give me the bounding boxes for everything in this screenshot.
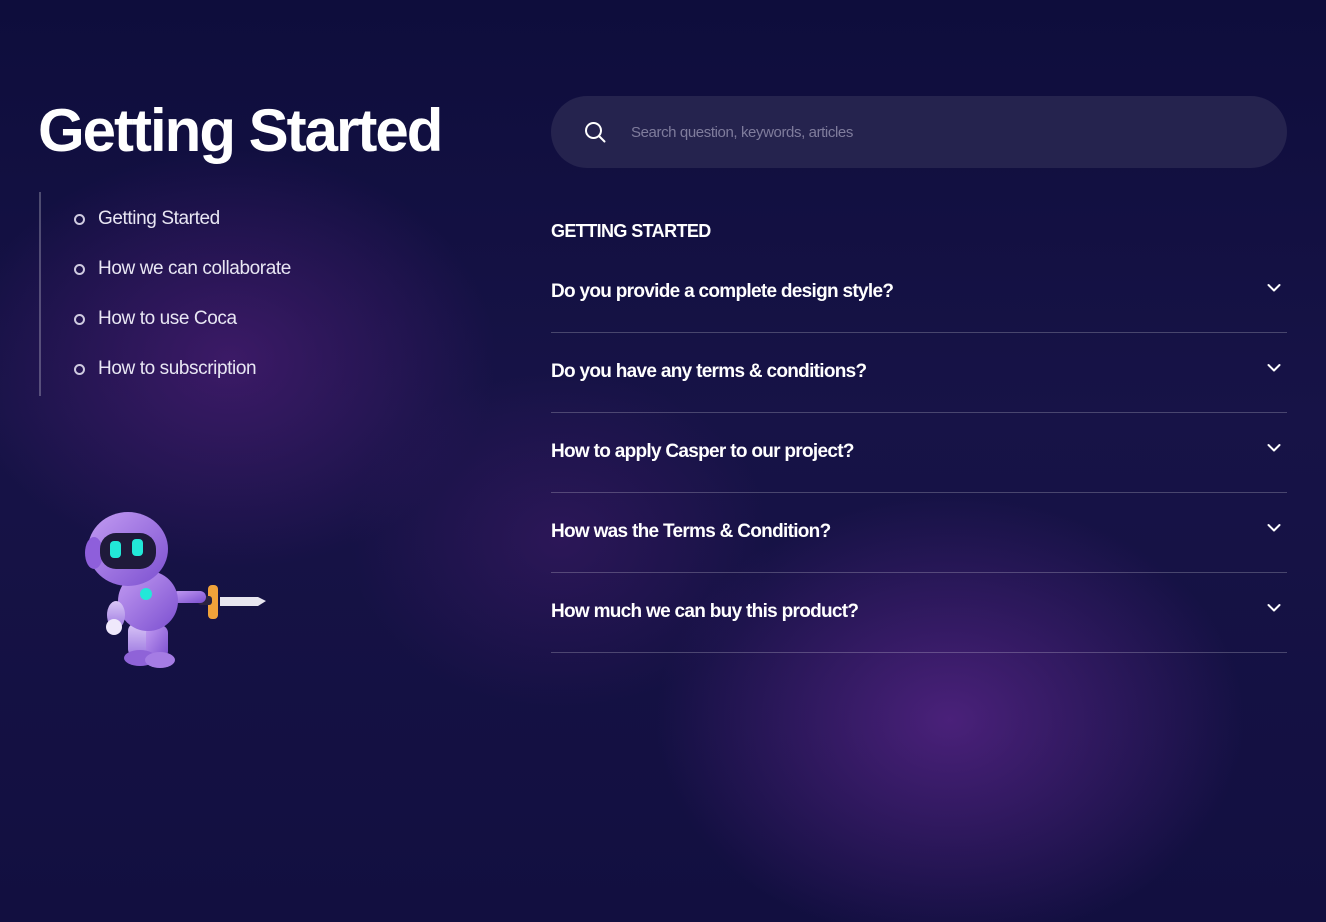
sidebar-item-label: Getting Started — [98, 208, 220, 229]
bullet-icon — [74, 313, 85, 325]
chevron-down-icon[interactable] — [1267, 523, 1281, 533]
faq-item[interactable]: Do you provide a complete design style? — [551, 253, 1287, 333]
faq-question: How much we can buy this product? — [551, 601, 859, 622]
faq-question: Do you provide a complete design style? — [551, 281, 894, 302]
sidebar-nav: Getting Started How we can collaborate H… — [39, 192, 369, 396]
bullet-icon — [74, 263, 85, 275]
search-icon — [585, 122, 606, 143]
chevron-down-icon[interactable] — [1267, 363, 1281, 373]
faq-item[interactable]: How to apply Casper to our project? — [551, 413, 1287, 493]
faq-item[interactable]: Do you have any terms & conditions? — [551, 333, 1287, 413]
search-input[interactable] — [631, 114, 1251, 150]
robot-with-sword-icon — [85, 512, 266, 668]
chevron-down-icon[interactable] — [1267, 603, 1281, 613]
chevron-down-icon[interactable] — [1267, 443, 1281, 453]
sidebar-item-label: How to subscription — [98, 358, 257, 379]
bullet-icon — [74, 213, 85, 225]
faq-list: Do you provide a complete design style? … — [551, 253, 1287, 653]
sidebar-item-label: How we can collaborate — [98, 258, 291, 279]
faq-section-heading: GETTING STARTED — [551, 221, 711, 241]
page-title: Getting Started — [38, 97, 443, 164]
sidebar-item-label: How to use Coca — [98, 308, 237, 329]
sidebar-item-collaborate[interactable]: How we can collaborate — [74, 258, 291, 280]
bullet-icon — [74, 363, 85, 375]
faq-question: Do you have any terms & conditions? — [551, 361, 867, 382]
faq-item[interactable]: How was the Terms & Condition? — [551, 493, 1287, 573]
faq-item[interactable]: How much we can buy this product? — [551, 573, 1287, 653]
faq-question: How to apply Casper to our project? — [551, 441, 854, 462]
chevron-down-icon[interactable] — [1267, 283, 1281, 293]
sidebar-item-getting-started[interactable]: Getting Started — [74, 208, 220, 230]
sidebar-item-use-coca[interactable]: How to use Coca — [74, 308, 237, 330]
search-bar[interactable] — [551, 96, 1287, 168]
sidebar-item-subscription[interactable]: How to subscription — [74, 358, 257, 380]
faq-question: How was the Terms & Condition? — [551, 521, 831, 542]
